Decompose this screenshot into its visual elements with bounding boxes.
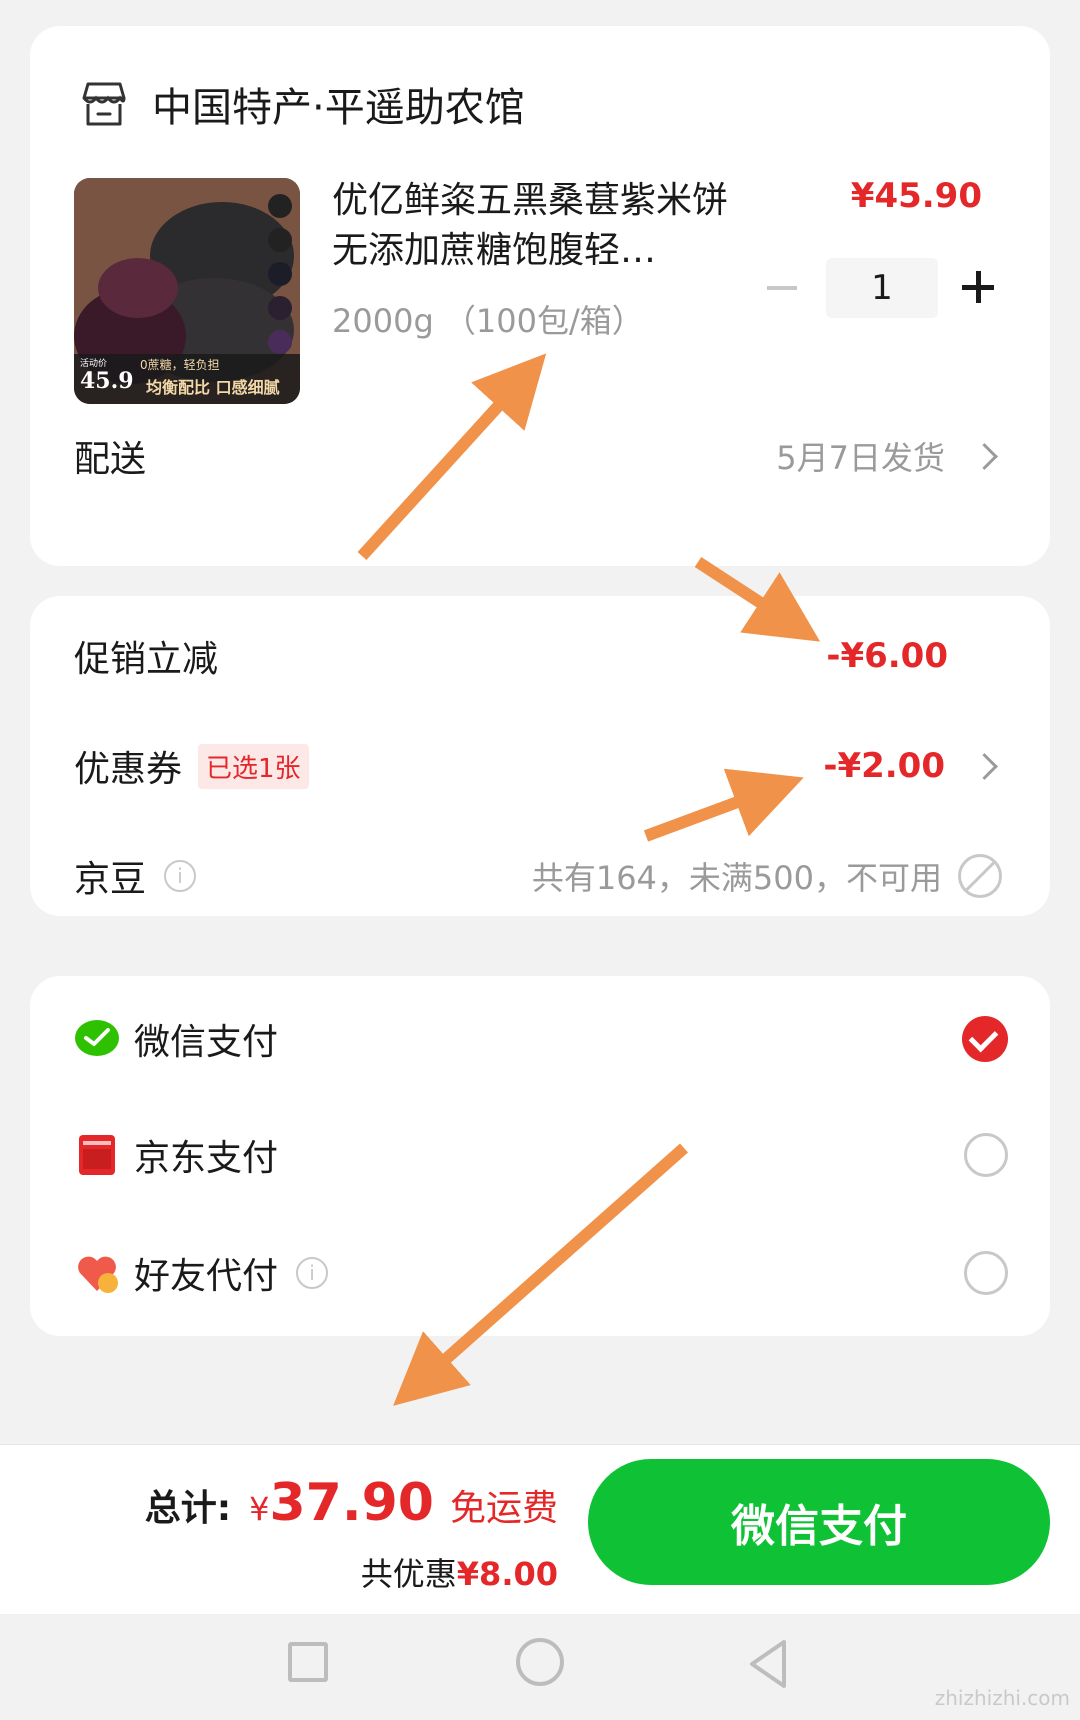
product-image[interactable]: 活动价 45.9 0蔗糖，轻负担 均衡配比 口感细腻 [74, 178, 300, 404]
product-title[interactable]: 优亿鲜粢五黑桑葚紫米饼无添加蔗糖饱腹轻… [332, 176, 752, 276]
jd-pay-icon [74, 1132, 120, 1178]
jingdou-status: 共有164，未满500，不可用 [531, 859, 942, 897]
delivery-label: 配送 [74, 439, 147, 480]
delivery-row[interactable]: 配送 5月7日发货 [74, 426, 1002, 486]
saving-amount: ¥8.00 [456, 1555, 558, 1593]
quantity-stepper: 1 [752, 258, 1002, 318]
discount-card: 促销立减 -¥6.00 优惠券 已选1张 -¥2.00 京豆 i 共有164，未… [30, 596, 1050, 916]
promo-row: 促销立减 -¥6.00 [74, 626, 1002, 686]
increase-button[interactable] [952, 258, 1002, 318]
coupon-amount: -¥2.00 [823, 746, 945, 786]
payment-label-friend: 好友代付 [134, 1256, 279, 1297]
system-nav-bar: zhizhizhi.com [0, 1614, 1080, 1720]
total-currency: ¥ [249, 1490, 270, 1528]
shop-row[interactable]: 中国特产·平遥助农馆 [78, 74, 525, 134]
coupon-row[interactable]: 优惠券 已选1张 -¥2.00 [74, 736, 1002, 796]
payment-label-jd: 京东支付 [134, 1138, 279, 1179]
minus-icon [767, 286, 797, 290]
radio-checked[interactable] [962, 1016, 1008, 1062]
payment-option-wechat[interactable]: 微信支付 [74, 1004, 1008, 1074]
total-label: 总计: [144, 1488, 232, 1529]
recent-apps-icon[interactable] [288, 1642, 328, 1682]
decrease-button[interactable] [752, 258, 812, 318]
payment-option-friend[interactable]: 好友代付 i [74, 1238, 1008, 1308]
info-icon[interactable]: i [164, 860, 197, 892]
wechat-icon [74, 1016, 120, 1062]
jingdou-label: 京豆 [74, 859, 147, 900]
product-card: 中国特产·平遥助农馆 活动价 45.9 0蔗糖，轻负担 均衡配比 口感细腻 优亿… [30, 26, 1050, 566]
jingdou-row: 京豆 i 共有164，未满500，不可用 [74, 846, 1002, 906]
shop-name: 中国特产·平遥助农馆 [152, 85, 525, 131]
store-icon [82, 82, 126, 126]
checkout-page: 中国特产·平遥助农馆 活动价 45.9 0蔗糖，轻负担 均衡配比 口感细腻 优亿… [0, 0, 1080, 1720]
total-line: 总计: ¥ 37.90 免运费 [145, 1473, 558, 1533]
payment-card: 微信支付 京东支付 好友代付 i [30, 976, 1050, 1336]
payment-label-wechat: 微信支付 [134, 1022, 279, 1063]
radio-unchecked[interactable] [964, 1133, 1008, 1177]
friend-pay-icon [74, 1250, 120, 1296]
coupon-tag: 已选1张 [198, 743, 309, 789]
image-caption: 0蔗糖，轻负担 [140, 358, 220, 372]
total-amount: 37.90 [269, 1473, 434, 1533]
coupon-label: 优惠券 [74, 749, 183, 790]
back-icon[interactable] [742, 1636, 794, 1692]
free-shipping-label: 免运费 [449, 1488, 558, 1529]
promo-label: 促销立减 [74, 639, 219, 680]
saving-line: 共优惠 ¥8.00 [361, 1549, 558, 1595]
saving-label: 共优惠 [360, 1555, 457, 1593]
chevron-right-icon [971, 752, 998, 780]
delivery-date: 5月7日发货 [776, 439, 945, 477]
radio-unchecked[interactable] [964, 1251, 1008, 1295]
product-spec: 2000g （100包/箱） [332, 302, 644, 340]
disabled-icon [958, 854, 1002, 898]
home-icon[interactable] [516, 1638, 564, 1686]
image-slogan: 均衡配比 口感细腻 [146, 378, 280, 397]
info-icon[interactable]: i [296, 1257, 329, 1289]
chevron-right-icon [971, 442, 998, 470]
quantity-input[interactable]: 1 [826, 258, 938, 318]
product-price: ¥45.90 [850, 176, 982, 216]
promo-amount: -¥6.00 [826, 636, 948, 676]
watermark: zhizhizhi.com [934, 1686, 1070, 1710]
checkout-bar: 总计: ¥ 37.90 免运费 共优惠 ¥8.00 微信支付 [0, 1444, 1080, 1615]
payment-option-jd[interactable]: 京东支付 [74, 1120, 1008, 1190]
image-badge-price: 45.9 [80, 368, 134, 394]
pay-button[interactable]: 微信支付 [588, 1459, 1050, 1585]
